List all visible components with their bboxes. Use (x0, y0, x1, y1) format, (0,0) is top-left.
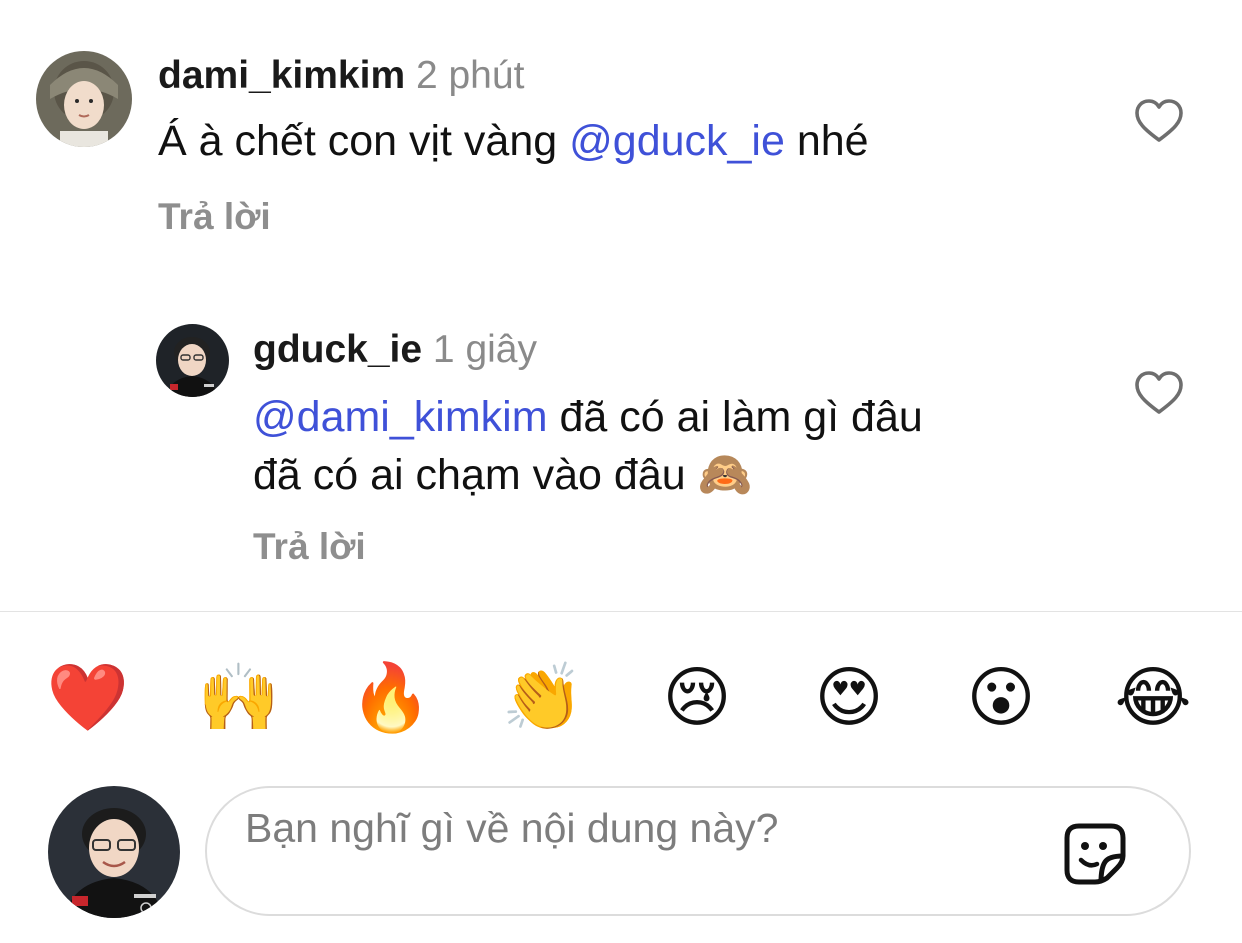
reaction-heart-button[interactable]: ❤️ (43, 650, 133, 745)
comment-text: @dami_kimkim đã có ai làm gì đâu đã có a… (253, 388, 923, 504)
timestamp: 1 giây (432, 328, 537, 371)
reaction-surprised-button[interactable]: 😮 (956, 650, 1046, 745)
reaction-heart-eyes-button[interactable]: 😍 (804, 650, 894, 745)
like-button[interactable] (1134, 98, 1184, 144)
heart-outline-icon (1135, 99, 1183, 142)
username[interactable]: dami_kimkim (158, 54, 405, 97)
divider (0, 611, 1242, 612)
avatar[interactable] (156, 324, 229, 397)
sticker-icon (1064, 823, 1126, 885)
reaction-raising-hands-button[interactable]: 🙌 (194, 650, 284, 745)
timestamp: 2 phút (415, 54, 525, 97)
see-no-evil-monkey-emoji: 🙈 (697, 449, 753, 500)
mention-link[interactable]: @dami_kimkim (253, 393, 548, 441)
comment-header: dami_kimkim 2 phút (158, 54, 524, 98)
reply-comment-item: gduck_ie 1 giây @dami_kimkim đã có ai là… (0, 300, 1242, 590)
comment-body: Á à chết con vịt vàng (158, 117, 570, 165)
avatar[interactable] (36, 51, 132, 147)
like-button[interactable] (1134, 370, 1184, 416)
comment-line: @dami_kimkim đã có ai làm gì đâu (253, 388, 923, 446)
comment-body-end: nhé (784, 117, 869, 165)
quick-reactions-bar: ❤️ 🙌 🔥 👏 😢 😍 😮 😂 (0, 650, 1242, 745)
comment-header: gduck_ie 1 giây (253, 328, 537, 372)
reaction-crying-button[interactable]: 😢 (652, 650, 742, 745)
avatar-image (156, 324, 229, 397)
mention-link[interactable]: @gduck_ie (569, 117, 785, 165)
comment-text: Á à chết con vịt vàng @gduck_ie nhé (158, 115, 869, 167)
comment-input[interactable] (243, 802, 1027, 854)
avatar-image (36, 51, 132, 147)
username[interactable]: gduck_ie (253, 328, 422, 371)
current-user-avatar (48, 786, 180, 918)
avatar-image (48, 786, 180, 918)
comment-line: đã có ai chạm vào đâu 🙈 (253, 446, 923, 504)
reply-button[interactable]: Trả lời (253, 525, 366, 569)
reaction-laughing-button[interactable]: 😂 (1108, 650, 1198, 745)
comment-body: đã có ai làm gì đâu (547, 393, 923, 441)
reply-button[interactable]: Trả lời (158, 195, 271, 239)
heart-outline-icon (1135, 371, 1183, 414)
reaction-clapping-button[interactable]: 👏 (498, 650, 588, 745)
comment-body-line2: đã có ai chạm vào đâu (253, 451, 698, 499)
comment-composer (205, 786, 1191, 916)
sticker-button[interactable] (1059, 818, 1131, 890)
reaction-fire-button[interactable]: 🔥 (346, 650, 436, 745)
comment-item: dami_kimkim 2 phút Á à chết con vịt vàng… (0, 0, 1242, 260)
